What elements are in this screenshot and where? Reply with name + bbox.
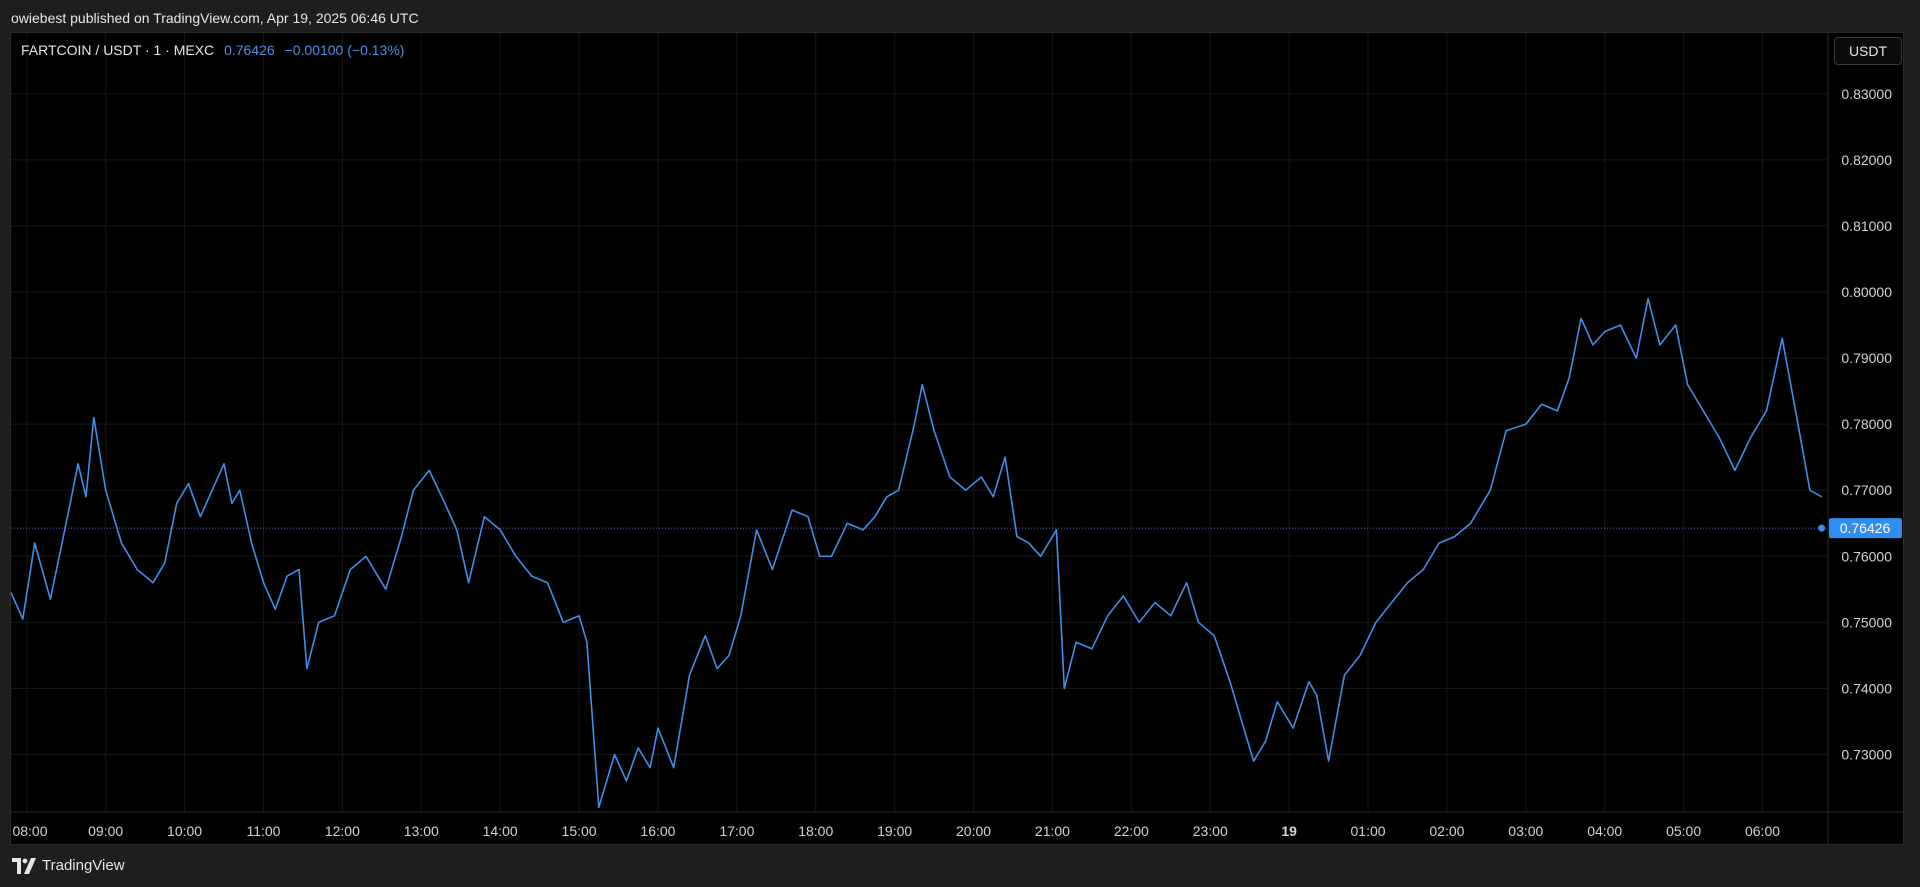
x-tick-label: 10:00	[167, 823, 202, 839]
x-tick-label: 05:00	[1666, 823, 1701, 839]
x-tick-label: 02:00	[1429, 823, 1464, 839]
price-change: −0.00100 (−0.13%)	[284, 42, 405, 58]
svg-text:0.76426: 0.76426	[1840, 520, 1891, 536]
y-tick-label: 0.82000	[1841, 152, 1892, 168]
x-tick-label: 12:00	[325, 823, 360, 839]
x-tick-label: 19	[1281, 823, 1297, 839]
symbol-label: FARTCOIN / USDT · 1 · MEXC	[21, 42, 215, 58]
y-tick-label: 0.79000	[1841, 350, 1892, 366]
x-tick-label: 06:00	[1745, 823, 1780, 839]
y-tick-label: 0.81000	[1841, 218, 1892, 234]
last-price-label: 0.76426	[1829, 518, 1902, 539]
y-tick-label: 0.73000	[1841, 747, 1892, 763]
x-tick-label: 04:00	[1587, 823, 1622, 839]
symbol-legend: FARTCOIN / USDT · 1 · MEXC 0.76426 −0.00…	[21, 42, 404, 58]
x-tick-label: 17:00	[719, 823, 754, 839]
x-tick-label: 23:00	[1193, 823, 1228, 839]
x-tick-label: 01:00	[1351, 823, 1386, 839]
y-tick-label: 0.77000	[1841, 482, 1892, 498]
x-tick-label: 16:00	[640, 823, 675, 839]
price-chart[interactable]: 0.73000 0.74000 0.75000 0.76000 0.77000 0.780…	[0, 0, 1920, 887]
x-tick-label: 22:00	[1114, 823, 1149, 839]
time-axis: 08:00 09:00 10:00 11:00 12:00 13:00 14:00 15:00…	[12, 823, 1780, 839]
y-tick-label: 0.78000	[1841, 416, 1892, 432]
x-tick-label: 08:00	[12, 823, 47, 839]
chart-grid	[11, 33, 1828, 812]
tradingview-brand[interactable]: TradingView	[12, 857, 125, 874]
x-tick-label: 15:00	[562, 823, 597, 839]
price-series-line	[10, 297, 1823, 809]
last-price-dot	[1818, 524, 1826, 532]
tradingview-logo-icon	[12, 857, 36, 874]
x-tick-label: 13:00	[404, 823, 439, 839]
y-tick-label: 0.75000	[1841, 614, 1892, 630]
price-value: 0.76426	[224, 42, 275, 58]
y-tick-label: 0.74000	[1841, 680, 1892, 696]
price-axis: 0.73000 0.74000 0.75000 0.76000 0.77000 0.780…	[1841, 86, 1892, 763]
x-tick-label: 20:00	[956, 823, 991, 839]
y-tick-label: 0.76000	[1841, 548, 1892, 564]
x-tick-label: 11:00	[246, 823, 280, 839]
x-tick-label: 09:00	[88, 823, 123, 839]
x-tick-label: 21:00	[1035, 823, 1070, 839]
x-tick-label: 03:00	[1508, 823, 1543, 839]
currency-button[interactable]: USDT	[1834, 37, 1902, 65]
y-tick-label: 0.80000	[1841, 284, 1892, 300]
x-tick-label: 14:00	[483, 823, 518, 839]
brand-name: TradingView	[42, 857, 125, 874]
x-tick-label: 18:00	[798, 823, 833, 839]
y-tick-label: 0.83000	[1841, 86, 1892, 102]
footer	[0, 845, 1920, 887]
x-tick-label: 19:00	[877, 823, 912, 839]
